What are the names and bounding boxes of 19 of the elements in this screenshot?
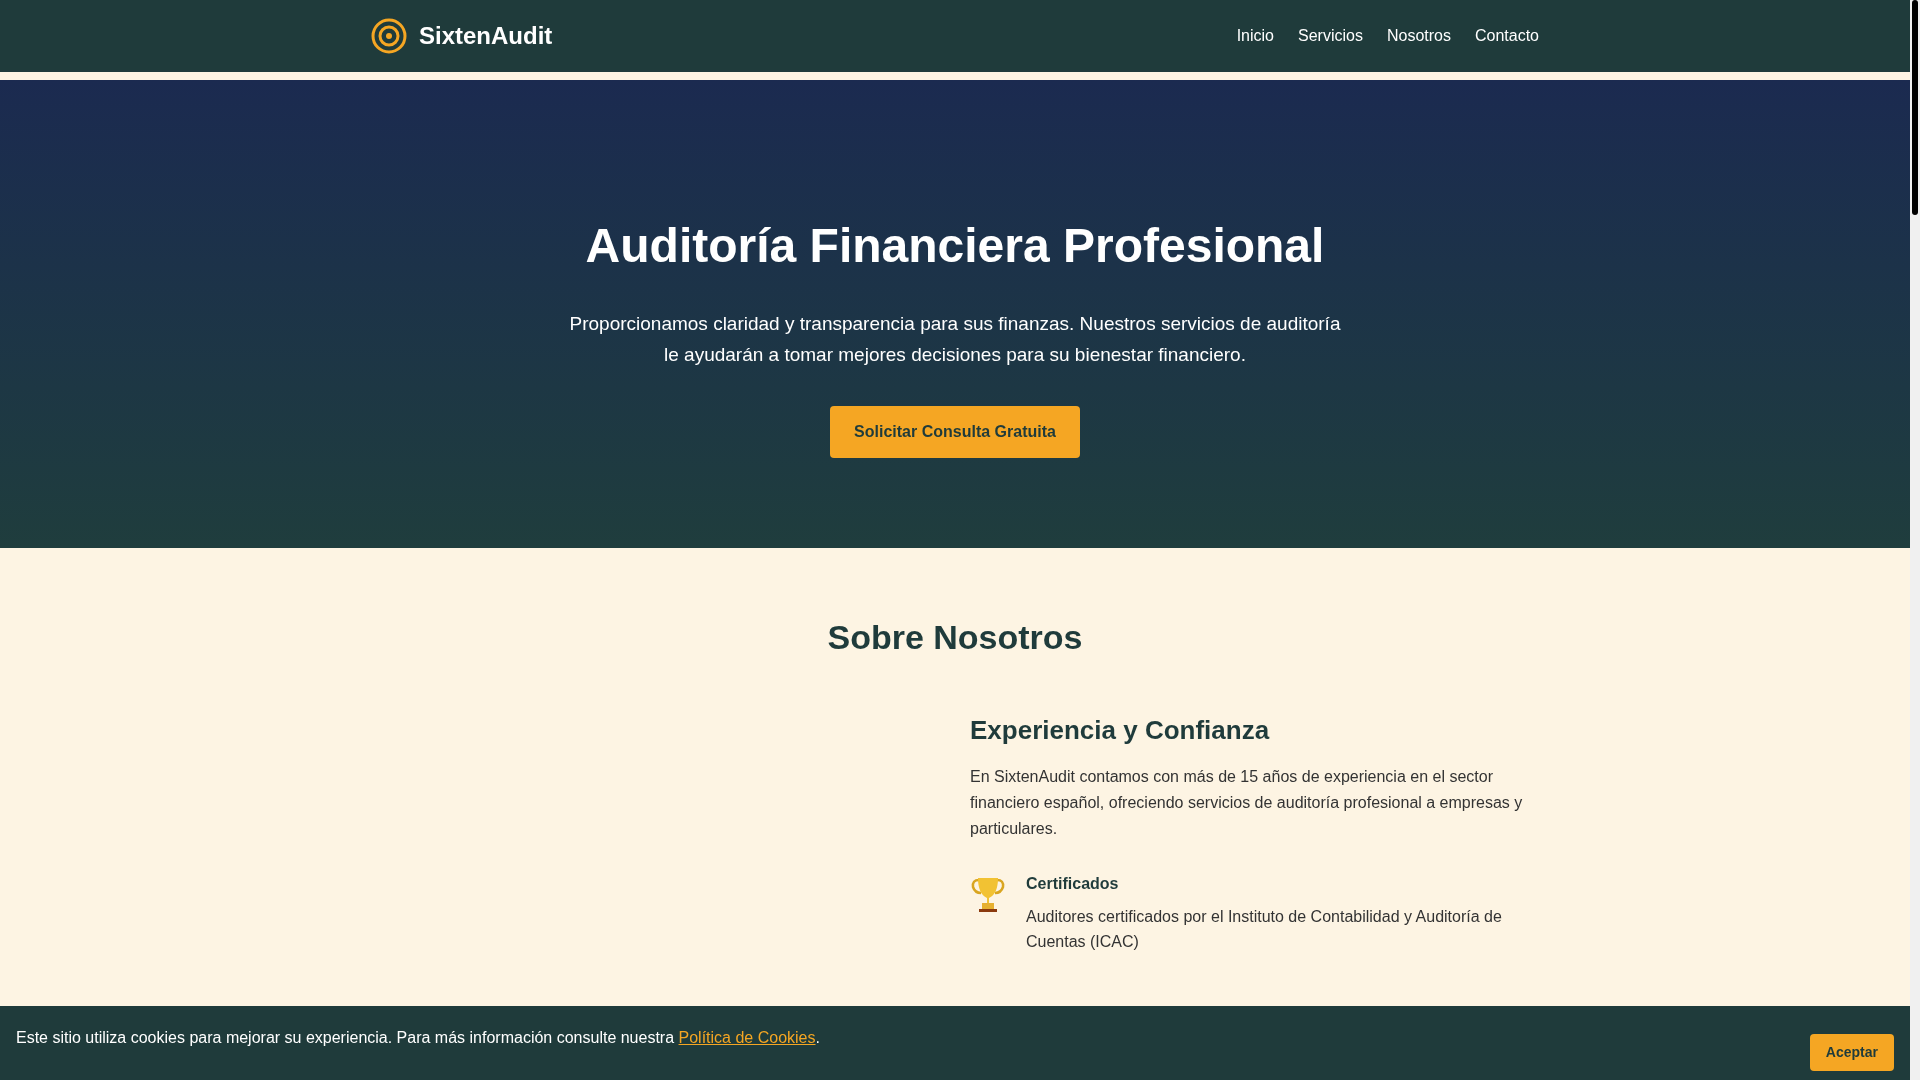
nav-link[interactable]: Contacto	[1474, 24, 1539, 48]
about-subtitle: Experiencia y Confianza	[970, 714, 1271, 747]
feature-title: Certificados	[1026, 874, 1120, 894]
trophy-icon	[970, 876, 1006, 914]
cookie-policy-link[interactable]: Política de Cookies	[678, 1029, 816, 1046]
nav-link[interactable]: Inicio	[1236, 24, 1274, 48]
accept-button[interactable]: Aceptar	[1809, 1034, 1894, 1071]
hero-title: Auditoría Financiera Profesional	[585, 218, 1325, 274]
target-logo-icon	[371, 18, 407, 54]
about-text: En SixtenAudit contamos con más de 15 años de experiencia en el sector financiero español, ofreciendo servicios de auditoría profesional a empresas y particulares.	[970, 767, 1524, 839]
section-title: Sobre Nosotros	[826, 617, 1084, 658]
consultation-button[interactable]: Solicitar Consulta Gratuita	[830, 406, 1080, 458]
brand-name[interactable]: SixtenAudit	[419, 18, 553, 54]
nav-link[interactable]: Nosotros	[1386, 24, 1451, 48]
feature-text: Auditores certificados por el Instituto de Contabilidad y Auditoría de Cuentas (ICAC)	[1026, 907, 1503, 952]
cookie-text: Este sitio utiliza cookies para mejorar su experiencia. Para más información consulte nuestra Política de Cookies.	[16, 1028, 820, 1048]
nav-link[interactable]: Servicios	[1298, 24, 1363, 48]
hero-text: Proporcionamos claridad y transparencia para sus finanzas. Nuestros servicios de auditoría le ayudarán a tomar mejores decisiones para su bienestar financiero.	[568, 312, 1342, 367]
scrollbar[interactable]	[1910, 0, 1920, 1080]
